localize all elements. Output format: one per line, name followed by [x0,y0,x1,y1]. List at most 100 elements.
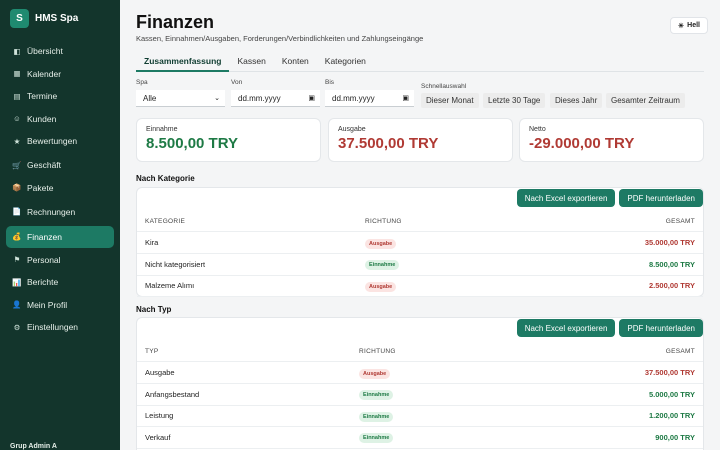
table-row: Anfangsbestand Einnahme 5.000,00 TRY [137,384,703,406]
quick-last-30-days-button[interactable]: Letzte 30 Tage [483,93,546,108]
quick-this-year-button[interactable]: Dieses Jahr [550,93,603,108]
tab-konten[interactable]: Konten [274,53,317,72]
von-label: Von [231,79,243,86]
sidebar-item-berichte[interactable]: 📊 Berichte [6,271,114,293]
net-card: Netto -29.000,00 TRY [519,118,704,162]
cart-icon: 🛒 [12,160,22,170]
sidebar-item-kunden[interactable]: ☺ Kunden [6,108,114,130]
sidebar: S HMS Spa ◧ Übersicht ▦ Kalender ▤ Termine ☺ Ku… [0,0,120,450]
sidebar-item-label: Bewertungen [27,136,78,147]
quick-select-label: Schnellauswahl [421,83,467,90]
filter-bar: Spa Alle ⌄ Von dd.mm.yyyy ▣ Bis dd.mm.yy… [136,79,704,109]
sidebar-item-einstellungen[interactable]: ⚙ Einstellungen [6,316,114,338]
sidebar-item-rechnungen[interactable]: 📄 Rechnungen [6,201,114,223]
net-label: Netto [529,126,546,133]
page-subtitle: Kassen, Einnahmen/Ausgaben, Forderungen/… [136,34,424,43]
tab-kategorien[interactable]: Kategorien [317,53,374,72]
income-label: Einnahme [146,126,178,133]
calendar-icon[interactable]: ▣ [308,94,315,102]
sidebar-user-name[interactable]: Grup Admin A [10,443,57,450]
sidebar-item-bewertungen[interactable]: ★ Bewertungen [6,130,114,152]
summary-cards: Einnahme 8.500,00 TRY Ausgabe 37.500,00 … [136,118,704,162]
direction-badge: Einnahme [365,260,400,270]
sidebar-item-übersicht[interactable]: ◧ Übersicht [6,40,114,62]
sidebar-item-termine[interactable]: ▤ Termine [6,85,114,107]
sidebar-item-label: Kunden [27,113,57,124]
direction-badge: Einnahme [359,390,394,400]
row-name: Anfangsbestand [145,389,200,399]
type-download-pdf-button[interactable]: PDF herunterladen [619,319,703,337]
overview-icon: ◧ [13,46,21,56]
brand-name: HMS Spa [35,13,79,24]
bis-date-value: dd.mm.yyyy [332,93,375,103]
table-row: Leistung Einnahme 1.200,00 TRY [137,406,703,427]
expense-label: Ausgabe [338,126,366,133]
row-total: 1.200,00 TRY [649,411,695,421]
spa-select[interactable]: Alle ⌄ [136,90,225,107]
spa-filter-label: Spa [136,79,148,86]
brand[interactable]: S HMS Spa [10,9,78,28]
type-table-panel: Nach Excel exportieren PDF herunterladen… [136,317,704,450]
flag-icon: ⚑ [13,255,21,265]
bis-date-input[interactable]: dd.mm.yyyy ▣ [325,90,414,107]
sidebar-item-label: Mein Profil [27,299,68,310]
von-date-input[interactable]: dd.mm.yyyy ▣ [231,90,320,107]
sidebar-item-label: Personal [27,254,61,265]
col-gesamt: GESAMT [665,348,695,355]
col-kategorie: KATEGORIE [145,218,186,225]
col-typ: TYP [145,348,159,355]
sidebar-item-mein-profil[interactable]: 👤 Mein Profil [6,294,114,316]
theme-toggle-button[interactable]: ☀ Hell [669,17,708,34]
sidebar-item-kalender[interactable]: ▦ Kalender [6,63,114,85]
sidebar-item-personal[interactable]: ⚑ Personal [6,249,114,271]
income-card: Einnahme 8.500,00 TRY [136,118,321,162]
von-date-value: dd.mm.yyyy [238,93,281,103]
gear-icon: ⚙ [13,322,21,332]
user-icon: 👤 [12,300,22,310]
sidebar-item-label: Geschäft [27,160,62,171]
quick-this-month-button[interactable]: Dieser Monat [421,93,479,108]
row-total: 900,00 TRY [655,432,695,442]
row-name: Ausgabe [145,368,175,378]
star-icon: ★ [13,136,21,146]
category-download-pdf-button[interactable]: PDF herunterladen [619,189,703,207]
row-name: Verkauf [145,432,171,442]
sidebar-item-pakete[interactable]: 📦 Pakete [6,177,114,199]
table-row: Malzeme Alımı Ausgabe 2.500,00 TRY [137,276,703,297]
tab-zusammenfassung[interactable]: Zusammenfassung [136,53,230,72]
col-richtung: RICHTUNG [359,348,396,355]
spa-select-value: Alle [143,93,157,103]
package-icon: 📦 [12,183,22,193]
row-name: Malzeme Alımı [145,281,195,291]
table-row: Ausgabe Ausgabe 37.500,00 TRY [137,363,703,384]
category-section-title: Nach Kategorie [136,174,195,183]
sidebar-item-label: Einstellungen [27,322,79,333]
expense-card: Ausgabe 37.500,00 TRY [328,118,513,162]
expense-value: 37.500,00 TRY [338,135,439,152]
sidebar-item-geschäft[interactable]: 🛒 Geschäft [6,154,114,176]
page-title: Finanzen [136,12,215,32]
chart-icon: 📊 [12,277,22,287]
sidebar-item-finanzen[interactable]: 💰 Finanzen [6,225,114,248]
sidebar-item-label: Finanzen [27,231,62,242]
chevron-down-icon: ⌄ [214,95,220,102]
money-bag-icon: 💰 [12,232,22,242]
type-export-excel-button[interactable]: Nach Excel exportieren [516,319,616,337]
calendar-icon[interactable]: ▣ [402,94,409,102]
quick-all-time-button[interactable]: Gesamter Zeitraum [606,93,685,108]
row-name: Kira [145,238,159,248]
direction-badge: Ausgabe [365,281,397,292]
type-table-header: TYP RICHTUNG GESAMT [137,342,703,362]
row-total: 37.500,00 TRY [644,368,695,378]
appointments-icon: ▤ [13,91,21,101]
col-richtung: RICHTUNG [365,218,402,225]
sun-icon: ☀ [677,22,685,30]
row-total: 5.000,00 TRY [649,389,695,399]
customers-icon: ☺ [13,114,21,124]
tab-kassen[interactable]: Kassen [229,53,273,72]
sidebar-item-label: Rechnungen [27,206,76,217]
sidebar-item-label: Berichte [27,277,59,288]
category-export-excel-button[interactable]: Nach Excel exportieren [516,189,616,207]
row-name: Nicht kategorisiert [145,259,206,269]
table-row: Kira Ausgabe 35.000,00 TRY [137,233,703,254]
